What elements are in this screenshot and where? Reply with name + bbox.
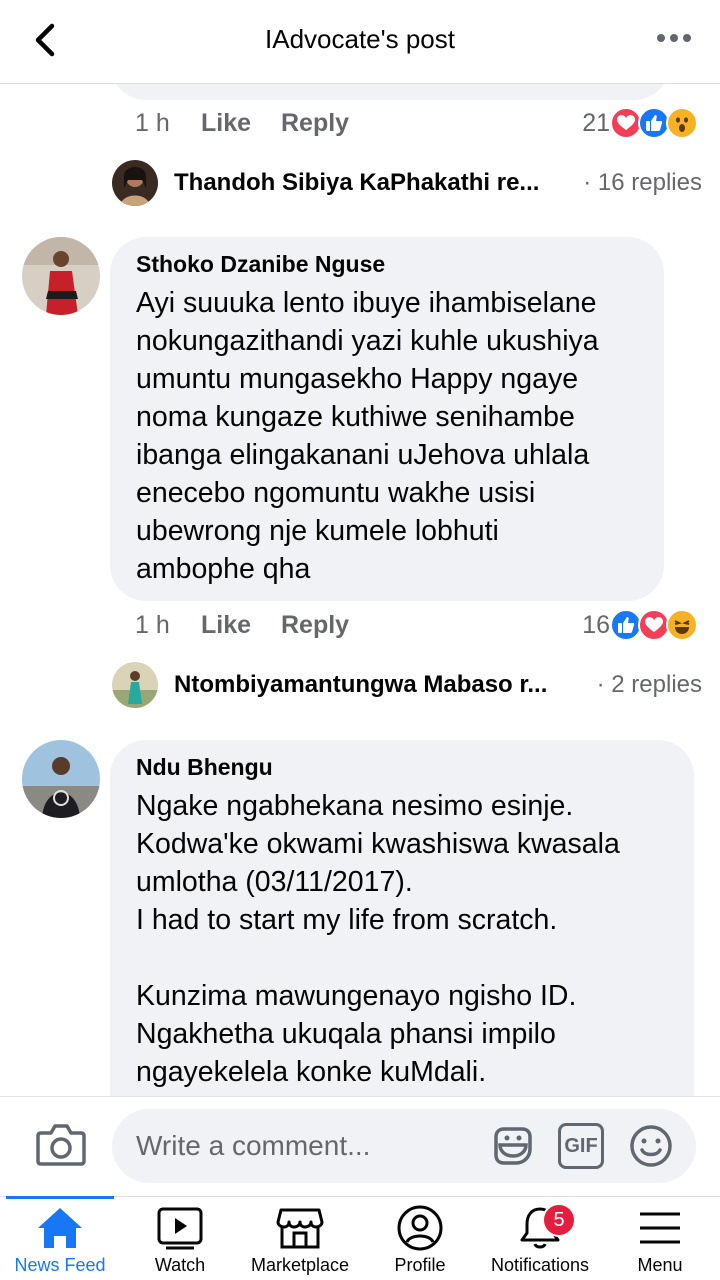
avatar[interactable] [22,740,100,818]
avatar[interactable] [22,237,100,315]
comment-text: Ayi suuuka lento ibuye ihambiselane noku… [136,287,599,585]
reply-author-name: Thandoh Sibiya KaPhakathi re... [174,169,540,196]
tab-label: Profile [394,1255,446,1275]
comment-time: 1 h [135,610,170,639]
camera-button[interactable] [36,1121,86,1167]
comment-author[interactable]: Sthoko Dzanibe Nguse [136,251,638,278]
comment-composer: GIF [0,1096,720,1196]
comment-input-container[interactable]: GIF [112,1109,696,1183]
reaction-count: 21 [582,108,610,137]
tab-label: News Feed [14,1255,106,1275]
haha-reaction-icon [666,609,698,641]
emoji-icon [630,1125,672,1167]
comment-input[interactable] [136,1109,466,1183]
wow-reaction-icon [666,107,698,139]
profile-icon [395,1205,445,1251]
comment-bubble: Ndu Bhengu Ngake ngabhekana nesimo esinj… [110,740,694,1096]
gif-button[interactable]: GIF [558,1123,604,1169]
comment-text: Ngake ngabhekana nesimo esinje. Kodwa'ke… [136,790,620,1088]
reply-author-name: Ntombiyamantungwa Mabaso r... [174,671,548,698]
tab-menu[interactable]: Menu [600,1197,720,1280]
tab-notifications[interactable]: 5 Notifications [480,1197,600,1280]
reaction-count: 16 [582,610,610,639]
avatar [112,662,158,708]
comment-actions: 1 h Like Reply [135,605,349,645]
tab-label: Watch [154,1255,206,1275]
comment-author[interactable]: Ndu Bhengu [136,754,668,781]
reply-button[interactable]: Reply [281,611,349,640]
page-title: IAdvocate's post [265,24,455,54]
emoji-button[interactable] [628,1123,674,1169]
tab-news-feed[interactable]: News Feed [0,1196,120,1280]
reaction-summary[interactable]: 21 [582,103,698,143]
comment-time: 1 h [135,108,170,137]
avatar [112,160,158,206]
reply-count: · 2 replies [596,671,702,698]
view-replies-link[interactable]: Thandoh Sibiya KaPhakathi re... · 16 rep… [112,158,702,208]
tab-label: Notifications [490,1255,590,1275]
camera-icon [36,1124,86,1166]
notification-badge: 5 [542,1203,576,1237]
tab-label: Menu [637,1255,683,1275]
marketplace-icon [275,1205,325,1251]
sticker-icon [494,1127,532,1165]
like-button[interactable]: Like [201,109,281,138]
reply-count: · 16 replies [583,169,702,196]
menu-icon [635,1205,685,1251]
comment-bubble [110,84,670,100]
home-icon [35,1205,85,1251]
reaction-summary[interactable]: 16 [582,605,698,645]
comment-actions: 1 h Like Reply [135,103,349,143]
top-bar: IAdvocate's post [0,0,720,84]
sticker-button[interactable] [490,1123,536,1169]
tab-marketplace[interactable]: Marketplace [240,1197,360,1280]
tab-watch[interactable]: Watch [120,1197,240,1280]
bottom-navigation: News Feed Watch Marketplace Profile 5 No… [0,1196,720,1280]
like-button[interactable]: Like [201,611,281,640]
comment-bubble: Sthoko Dzanibe Nguse Ayi suuuka lento ib… [110,237,664,601]
reply-button[interactable]: Reply [281,109,349,138]
tab-label: Marketplace [250,1255,350,1275]
ellipsis-icon [657,34,691,42]
more-options-button[interactable] [656,28,692,48]
comments-feed[interactable]: 1 h Like Reply 21 Thandoh Sibiya KaPhaka… [0,84,720,1096]
tab-profile[interactable]: Profile [360,1197,480,1280]
view-replies-link[interactable]: Ntombiyamantungwa Mabaso r... · 2 replie… [112,660,702,710]
watch-icon [155,1205,205,1251]
